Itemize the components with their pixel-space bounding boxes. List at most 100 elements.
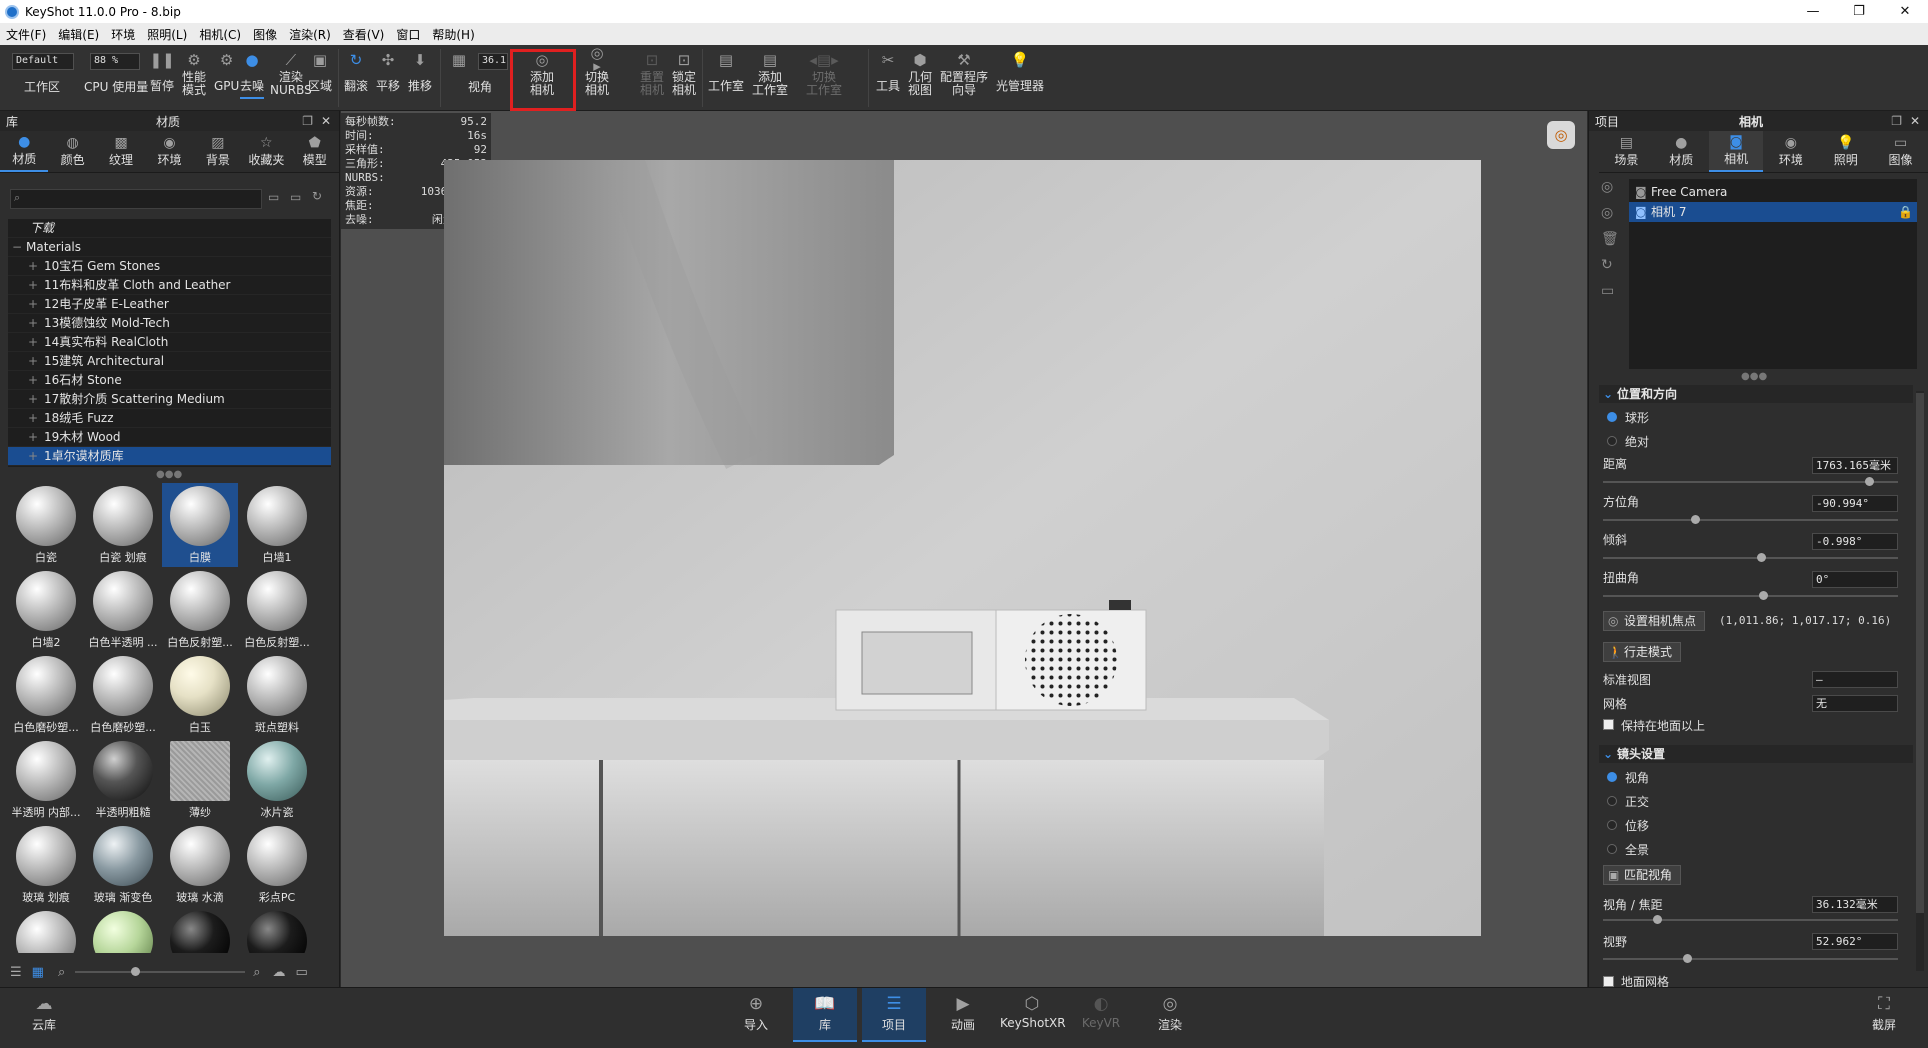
- zoom-out-icon[interactable]: ⌕: [58, 965, 65, 980]
- twist-slider[interactable]: [1603, 591, 1898, 600]
- azimuth-field[interactable]: -90.994°: [1812, 495, 1898, 512]
- workspace-select[interactable]: Default: [12, 53, 74, 70]
- radio-spherical[interactable]: 球形: [1607, 408, 1649, 426]
- tree-item[interactable]: +13模德蚀纹 Mold-Tech: [8, 314, 331, 333]
- material-thumbnail[interactable]: [239, 908, 315, 953]
- tree-item[interactable]: − Materials: [8, 238, 331, 257]
- material-thumbnail[interactable]: 白色反射塑...: [239, 568, 315, 652]
- material-thumbnail[interactable]: 白瓷 划痕: [85, 483, 161, 567]
- switch-studio-button[interactable]: ◂▤▸ 切换 工作室: [806, 49, 842, 97]
- material-thumbnail[interactable]: 半透明粗糙: [85, 738, 161, 822]
- partial-option[interactable]: 地面网格: [1603, 973, 1669, 987]
- menu-image[interactable]: 图像: [247, 26, 283, 43]
- menu-help[interactable]: 帮助(H): [426, 26, 480, 43]
- lock-icon[interactable]: 🔒: [1898, 202, 1913, 222]
- studio-button[interactable]: ▤ 工作室: [708, 49, 744, 93]
- radio-orthographic[interactable]: 正交: [1607, 792, 1649, 810]
- expand-icon[interactable]: +: [28, 447, 38, 466]
- workspace-button[interactable]: 工作区: [24, 81, 60, 94]
- distance-slider[interactable]: [1603, 477, 1898, 486]
- material-thumbnail[interactable]: 白墙1: [239, 483, 315, 567]
- material-thumbnail[interactable]: 白色半透明 ...: [85, 568, 161, 652]
- radio-panorama[interactable]: 全景: [1607, 840, 1649, 858]
- panel-close-icon[interactable]: ✕: [321, 114, 331, 128]
- project-button[interactable]: ☰ 项目: [862, 988, 926, 1042]
- tab-models[interactable]: ⬟ 模型: [291, 131, 339, 172]
- incline-field[interactable]: -0.998°: [1812, 533, 1898, 550]
- library-search-input[interactable]: ⌕: [10, 189, 262, 209]
- tab-material[interactable]: ● 材质: [1654, 131, 1709, 172]
- tab-environments[interactable]: ◉ 环境: [145, 131, 193, 172]
- animation-button[interactable]: ▶ 动画: [931, 994, 995, 1033]
- geometry-view-button[interactable]: ⬢ 几何 视图: [908, 49, 932, 97]
- material-thumbnail[interactable]: [8, 908, 84, 953]
- configurator-wizard-button[interactable]: ⚒ 配置程序 向导: [940, 49, 988, 97]
- material-thumbnail[interactable]: [162, 908, 238, 953]
- tab-environment[interactable]: ◉ 环境: [1763, 131, 1818, 172]
- view-angle-button[interactable]: 视角: [468, 81, 492, 94]
- tab-image[interactable]: ▭ 图像: [1873, 131, 1928, 172]
- menu-lighting[interactable]: 照明(L): [141, 26, 193, 43]
- folder-open-icon[interactable]: ▭: [268, 190, 279, 204]
- set-camera-focus-button[interactable]: ◎ 设置相机焦点: [1603, 611, 1706, 631]
- splitter-handle[interactable]: ●●●: [156, 469, 182, 480]
- field-of-view-field[interactable]: 52.962°: [1812, 933, 1898, 950]
- tree-item[interactable]: +12电子皮革 E-Leather: [8, 295, 331, 314]
- delete-icon[interactable]: 🗑: [1601, 231, 1621, 247]
- material-thumbnail[interactable]: 白墙2: [8, 568, 84, 652]
- lock-camera-button[interactable]: ⊡ 锁定 相机: [672, 49, 696, 97]
- tumble-button[interactable]: ↻ 翻滚: [344, 49, 368, 93]
- add-camera-icon[interactable]: ◎: [1601, 179, 1621, 195]
- keep-above-ground-checkbox[interactable]: 保持在地面以上: [1603, 717, 1705, 734]
- menu-render[interactable]: 渲染(R): [283, 26, 337, 43]
- material-thumbnail[interactable]: 白色磨砂塑...: [8, 653, 84, 737]
- material-thumbnail[interactable]: 玻璃 渐变色: [85, 823, 161, 907]
- render-image[interactable]: [444, 160, 1481, 936]
- cpu-usage-select[interactable]: 88 %: [90, 53, 140, 70]
- camera-item-7[interactable]: ◙ 相机 7 🔒: [1629, 202, 1917, 222]
- save-icon[interactable]: ▭: [1601, 283, 1621, 299]
- grid-select[interactable]: 无: [1812, 695, 1898, 712]
- tab-lighting[interactable]: 💡 照明: [1818, 131, 1873, 172]
- distance-field[interactable]: 1763.165毫米: [1812, 457, 1898, 474]
- material-thumbnail[interactable]: [85, 908, 161, 953]
- radio-absolute[interactable]: 绝对: [1607, 432, 1649, 450]
- expand-icon[interactable]: +: [28, 295, 38, 314]
- light-manager-button[interactable]: 💡 光管理器: [996, 49, 1044, 93]
- material-thumbnail[interactable]: 白玉: [162, 653, 238, 737]
- tree-item[interactable]: +17散射介质 Scattering Medium: [8, 390, 331, 409]
- expand-icon[interactable]: +: [28, 428, 38, 447]
- cloud-upload-icon[interactable]: ☁: [273, 965, 286, 980]
- reset-camera-button[interactable]: ⊡ 重置 相机: [640, 49, 664, 97]
- material-thumbnail[interactable]: 彩点PC: [239, 823, 315, 907]
- close-button[interactable]: ✕: [1882, 0, 1928, 23]
- incline-slider[interactable]: [1603, 553, 1898, 562]
- focal-length-slider[interactable]: [1603, 915, 1898, 924]
- splitter-handle[interactable]: ●●●: [1741, 371, 1767, 382]
- zoom-in-icon[interactable]: ⌕: [253, 965, 260, 980]
- tree-item[interactable]: 下载: [8, 219, 331, 238]
- standard-view-select[interactable]: –: [1812, 671, 1898, 688]
- expand-icon[interactable]: +: [28, 314, 38, 333]
- tab-colors[interactable]: ◍ 颜色: [48, 131, 96, 172]
- realtime-status-icon[interactable]: ◎: [1547, 121, 1575, 149]
- cloud-library-button[interactable]: ☁ 云库: [12, 994, 76, 1033]
- render-nurbs-button[interactable]: ⟋ 渲染 NURBS: [270, 49, 312, 97]
- render-button[interactable]: ◎ 渲染: [1138, 994, 1202, 1033]
- pause-button[interactable]: ❚❚ 暂停: [149, 49, 174, 93]
- menu-view[interactable]: 查看(V): [337, 26, 391, 43]
- region-button[interactable]: ▣ 区域: [308, 49, 332, 93]
- section-position-orientation[interactable]: ⌄ 位置和方向: [1599, 385, 1913, 403]
- pan-button[interactable]: ✣ 平移: [376, 49, 400, 93]
- dolly-button[interactable]: ⬇ 推移: [408, 49, 432, 93]
- tab-camera[interactable]: ◙ 相机: [1708, 131, 1764, 172]
- reset-icon[interactable]: ↻: [1601, 257, 1621, 273]
- gpu-button[interactable]: ⚙ GPU: [214, 49, 239, 93]
- tree-item[interactable]: +1卓尔谟材质库: [8, 447, 331, 466]
- keyvr-button[interactable]: ◐ KeyVR: [1069, 994, 1133, 1030]
- radio-shift[interactable]: 位移: [1607, 816, 1649, 834]
- material-thumbnail[interactable]: 薄纱: [162, 738, 238, 822]
- import-button[interactable]: ⊕ 导入: [724, 994, 788, 1033]
- grid-view-icon[interactable]: ▦: [32, 965, 44, 980]
- duplicate-camera-icon[interactable]: ◎: [1601, 205, 1621, 221]
